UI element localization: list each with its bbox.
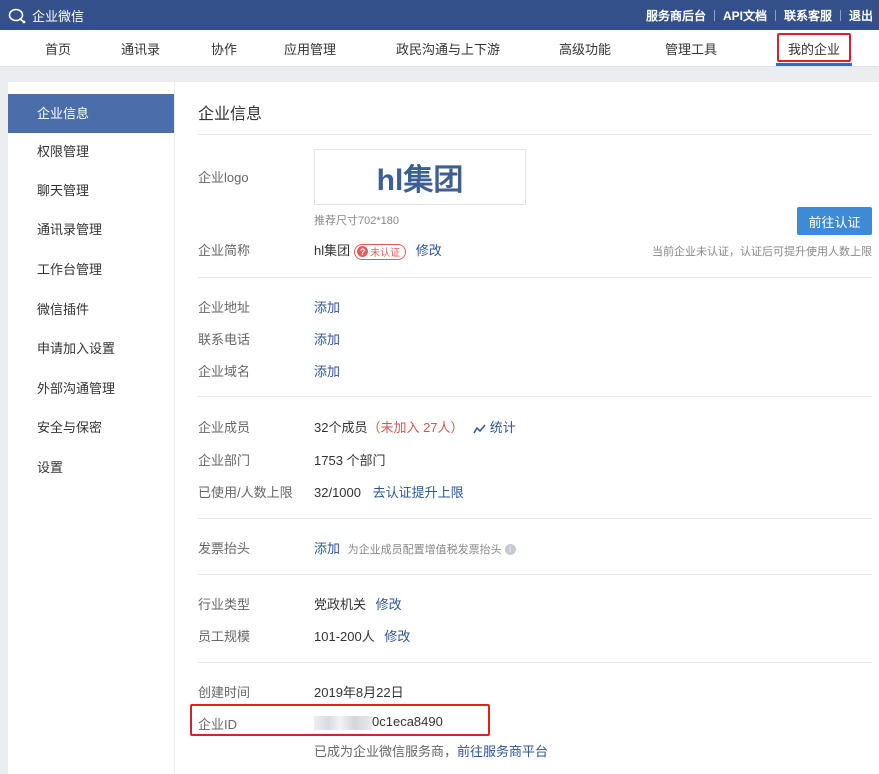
nav-government-comm[interactable]: 政民沟通与上下游 [396, 39, 500, 58]
nav-collaboration[interactable]: 协作 [211, 39, 237, 58]
domain-label: 企业域名 [198, 364, 251, 379]
provider-text: 已成为企业微信服务商， [314, 744, 458, 759]
nav-tools[interactable]: 管理工具 [665, 39, 717, 58]
wecom-logo-icon [8, 8, 26, 23]
stats-link[interactable]: 统计 [473, 420, 516, 435]
unjoined-count: （未加入 27人） [367, 420, 464, 435]
address-label: 企业地址 [198, 300, 251, 315]
industry-value: 党政机关 [314, 597, 367, 612]
link-customer-service[interactable]: 联系客服 [784, 7, 832, 24]
link-provider-admin[interactable]: 服务商后台 [646, 7, 706, 24]
top-bar: 企业微信 服务商后台 API文档 联系客服 退出 [0, 0, 879, 30]
sidebar-item-permissions[interactable]: 权限管理 [8, 132, 174, 171]
logo-size-hint: 推荐尺寸702*180 [314, 215, 399, 227]
nav-contacts[interactable]: 通讯录 [121, 39, 160, 58]
edit-scale-link[interactable]: 修改 [384, 629, 410, 644]
divider [198, 134, 872, 135]
logo-label: 企业logo [198, 170, 249, 185]
nav-app-management[interactable]: 应用管理 [284, 39, 336, 58]
created-label: 创建时间 [198, 685, 251, 700]
add-invoice-link[interactable]: 添加 [314, 541, 340, 556]
sidebar-item-chat[interactable]: 聊天管理 [8, 171, 174, 210]
main-panel: 企业信息 企业logo hl集团 推荐尺寸702*180 前往认证 当前企业未认… [175, 82, 879, 774]
highlight-box [190, 704, 490, 736]
top-links: 服务商后台 API文档 联系客服 退出 [646, 7, 873, 24]
sidebar-item-company-info[interactable]: 企业信息 [8, 94, 174, 133]
sidebar-item-join-settings[interactable]: 申请加入设置 [8, 329, 174, 368]
short-name-row: hl集团? 未认证 修改 [314, 240, 442, 260]
stats-label: 统计 [489, 420, 516, 435]
divider [713, 10, 715, 21]
departments-value: 1753 个部门 [314, 453, 386, 468]
divider [198, 662, 872, 663]
members-count: 32个成员 [314, 420, 368, 435]
scale-value: 101-200人 [314, 629, 375, 644]
certify-hint: 当前企业未认证，认证后可提升使用人数上限 [652, 246, 872, 258]
page-title: 企业信息 [198, 106, 263, 123]
nav-home[interactable]: 首页 [45, 39, 71, 58]
scale-label: 员工规模 [198, 629, 251, 644]
provider-row: 已成为企业微信服务商，前往服务商平台 [314, 741, 548, 760]
sidebar-item-security[interactable]: 安全与保密 [8, 408, 174, 447]
active-tab-indicator [776, 63, 852, 66]
chart-icon [473, 424, 486, 433]
sidebar-item-settings[interactable]: 设置 [8, 448, 174, 487]
limit-label: 已使用/人数上限 [198, 485, 293, 500]
sidebar-item-external-comm[interactable]: 外部沟通管理 [8, 369, 174, 408]
brand-name: 企业微信 [32, 9, 85, 24]
phone-label: 联系电话 [198, 332, 251, 347]
company-logo-text: hl集团 [376, 164, 464, 197]
question-icon: ? [357, 246, 369, 258]
uncertified-badge: ? 未认证 [354, 243, 407, 260]
sidebar-item-workbench[interactable]: 工作台管理 [8, 250, 174, 289]
go-certify-button[interactable]: 前往认证 [797, 207, 872, 235]
add-phone-link[interactable]: 添加 [314, 329, 340, 348]
sidebar-item-wechat-plugin[interactable]: 微信插件 [8, 290, 174, 329]
scale-row: 101-200人 修改 [314, 626, 410, 645]
sidebar-item-contacts[interactable]: 通讯录管理 [8, 210, 174, 249]
edit-short-name-link[interactable]: 修改 [416, 243, 442, 258]
divider [839, 10, 841, 21]
divider [198, 574, 872, 575]
short-name-value: hl集团 [314, 243, 351, 258]
members-label: 企业成员 [198, 420, 251, 435]
brand-logo[interactable]: 企业微信 [8, 6, 84, 25]
divider [198, 518, 872, 519]
limit-row: 32/1000 去认证提升上限 [314, 482, 464, 501]
highlight-box [777, 33, 851, 62]
members-row: 32个成员（未加入 27人） 统计 [314, 417, 516, 436]
add-domain-link[interactable]: 添加 [314, 361, 340, 380]
company-logo[interactable]: hl集团 [314, 149, 526, 205]
invoice-label: 发票抬头 [198, 541, 251, 556]
limit-value: 32/1000 [314, 485, 361, 500]
invoice-row: 添加 为企业成员配置增值税发票抬头 i [314, 538, 516, 557]
short-name-label: 企业简称 [198, 243, 251, 258]
nav-advanced[interactable]: 高级功能 [559, 39, 611, 58]
sidebar: 企业信息 权限管理 聊天管理 通讯录管理 工作台管理 微信插件 申请加入设置 外… [8, 82, 174, 774]
divider [198, 277, 872, 278]
created-value: 2019年8月22日 [314, 685, 404, 700]
divider [774, 10, 776, 21]
badge-label: 未认证 [370, 248, 401, 260]
main-nav: 首页 通讯录 协作 应用管理 政民沟通与上下游 高级功能 管理工具 我的企业 [0, 30, 879, 67]
info-icon[interactable]: i [504, 544, 516, 556]
industry-row: 党政机关 修改 [314, 594, 402, 613]
invoice-hint: 为企业成员配置增值税发票抬头 [347, 544, 502, 556]
departments-label: 企业部门 [198, 453, 251, 468]
edit-industry-link[interactable]: 修改 [376, 597, 402, 612]
provider-platform-link[interactable]: 前往服务商平台 [457, 744, 548, 759]
add-address-link[interactable]: 添加 [314, 297, 340, 316]
industry-label: 行业类型 [198, 597, 251, 612]
certify-upgrade-link[interactable]: 去认证提升上限 [373, 485, 464, 500]
link-logout[interactable]: 退出 [849, 7, 873, 24]
divider [198, 396, 872, 397]
link-api-docs[interactable]: API文档 [723, 7, 767, 24]
